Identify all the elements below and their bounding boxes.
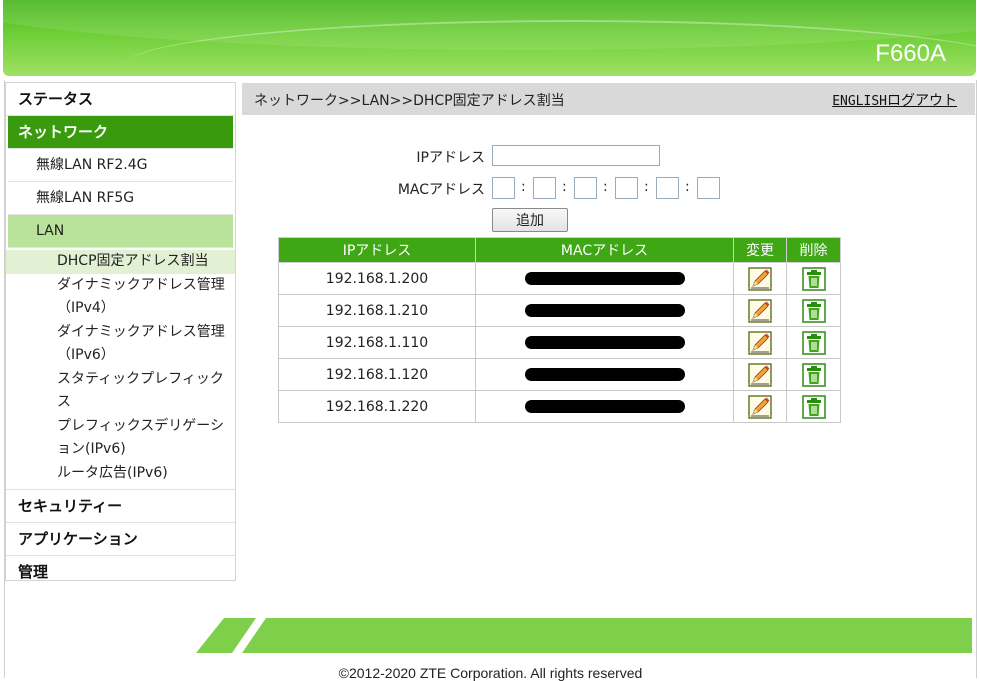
pencil-edit-icon[interactable] [748, 298, 772, 323]
ip-address-label: IPアドレス [416, 150, 485, 166]
column-header-delete: 削除 [786, 237, 841, 263]
mac-cell [475, 262, 734, 295]
ip-cell: 192.168.1.200 [278, 262, 476, 295]
menu-network[interactable]: ネットワーク [8, 116, 233, 149]
header-banner: F660A [3, 0, 976, 76]
mac-octet-1-input[interactable] [492, 177, 515, 199]
menu-dynamic-ipv4[interactable]: ダイナミックアドレス管理（IPv4） [6, 274, 235, 321]
lan-submenu: DHCP固定アドレス割当 ダイナミックアドレス管理（IPv4） ダイナミックアド… [6, 248, 235, 490]
mac-octet-2-input[interactable] [533, 177, 556, 199]
breadcrumb: ネットワーク>>LAN>>DHCP固定アドレス割当 [254, 93, 565, 109]
menu-router-advert[interactable]: ルータ広告(IPv6) [6, 462, 235, 486]
edit-cell [733, 358, 787, 391]
delete-cell [786, 358, 841, 391]
column-header-ip: IPアドレス [278, 237, 476, 263]
mac-cell [475, 390, 734, 423]
ip-address-input[interactable] [492, 145, 660, 166]
mac-address-label: MACアドレス [397, 182, 485, 198]
menu-admin[interactable]: 管理 [6, 556, 235, 588]
ip-value: 192.168.1.210 [325, 302, 429, 319]
mac-octet-3-input[interactable] [574, 177, 597, 199]
edit-cell [733, 262, 787, 295]
dhcp-static-table: IPアドレス MACアドレス 変更 削除 192.168.1.200 192.16… [278, 237, 841, 423]
mac-octet-4-input[interactable] [615, 177, 638, 199]
menu-wlan-5g[interactable]: 無線LAN RF5G [8, 182, 233, 215]
mac-separator: : [603, 179, 608, 195]
delete-cell [786, 294, 841, 327]
mac-redacted [524, 368, 685, 381]
menu-dhcp-static[interactable]: DHCP固定アドレス割当 [6, 250, 235, 274]
mac-separator: : [644, 179, 649, 195]
pencil-edit-icon[interactable] [748, 266, 772, 291]
mac-cell [475, 294, 734, 327]
trash-delete-icon[interactable] [801, 394, 826, 419]
column-header-edit: 変更 [733, 237, 787, 263]
add-button[interactable]: 追加 [492, 208, 568, 232]
ip-value: 192.168.1.200 [325, 270, 429, 287]
ip-cell: 192.168.1.210 [278, 294, 476, 327]
edit-cell [733, 294, 787, 327]
table-header-row: IPアドレス MACアドレス 変更 削除 [278, 237, 841, 263]
edit-cell [733, 390, 787, 423]
english-link[interactable]: ENGLISH [832, 94, 887, 109]
ip-value: 192.168.1.120 [325, 366, 429, 383]
mac-separator: : [562, 179, 567, 195]
trash-delete-icon[interactable] [801, 330, 826, 355]
trash-delete-icon[interactable] [801, 266, 826, 291]
table-row: 192.168.1.220 [278, 390, 841, 423]
logout-link[interactable]: ログアウト [887, 93, 957, 109]
title-bar: ネットワーク>>LAN>>DHCP固定アドレス割当 ENGLISHログアウト [242, 83, 975, 115]
trash-delete-icon[interactable] [801, 362, 826, 387]
device-model: F660A [875, 40, 946, 67]
table-row: 192.168.1.210 [278, 294, 841, 327]
header-links: ENGLISHログアウト [832, 90, 957, 110]
ip-cell: 192.168.1.220 [278, 390, 476, 423]
mac-separator: : [521, 179, 526, 195]
menu-lan[interactable]: LAN [8, 215, 233, 248]
menu-status[interactable]: ステータス [6, 83, 235, 116]
menu-prefix-delegation[interactable]: プレフィックスデリゲーション(IPv6) [6, 415, 235, 462]
ip-cell: 192.168.1.110 [278, 326, 476, 359]
column-header-mac: MACアドレス [475, 237, 734, 263]
pencil-edit-icon[interactable] [748, 330, 772, 355]
pencil-edit-icon[interactable] [748, 362, 772, 387]
table-row: 192.168.1.120 [278, 358, 841, 391]
table-row: 192.168.1.200 [278, 262, 841, 295]
mac-cell [475, 358, 734, 391]
copyright-text: ©2012-2020 ZTE Corporation. All rights r… [338, 665, 643, 681]
mac-octet-6-input[interactable] [697, 177, 720, 199]
ip-value: 192.168.1.110 [325, 334, 429, 351]
mac-redacted [524, 400, 685, 413]
delete-cell [786, 390, 841, 423]
mac-cell [475, 326, 734, 359]
sidebar: ステータス ネットワーク 無線LAN RF2.4G 無線LAN RF5G LAN… [5, 82, 236, 581]
mac-octet-5-input[interactable] [656, 177, 679, 199]
trash-delete-icon[interactable] [801, 298, 826, 323]
ip-cell: 192.168.1.120 [278, 358, 476, 391]
table-row: 192.168.1.110 [278, 326, 841, 359]
delete-cell [786, 262, 841, 295]
edit-cell [733, 326, 787, 359]
mac-separator: : [685, 179, 690, 195]
ip-value: 192.168.1.220 [325, 398, 429, 415]
delete-cell [786, 326, 841, 359]
mac-redacted [524, 304, 685, 317]
menu-application[interactable]: アプリケーション [6, 523, 235, 556]
menu-static-prefix[interactable]: スタティックプレフィックス [6, 368, 235, 415]
footer-band [196, 618, 972, 653]
menu-dynamic-ipv6[interactable]: ダイナミックアドレス管理（IPv6） [6, 321, 235, 368]
mac-redacted [524, 336, 685, 349]
menu-security[interactable]: セキュリティー [6, 490, 235, 523]
pencil-edit-icon[interactable] [748, 394, 772, 419]
mac-redacted [524, 272, 685, 285]
menu-wlan-24g[interactable]: 無線LAN RF2.4G [8, 149, 233, 182]
